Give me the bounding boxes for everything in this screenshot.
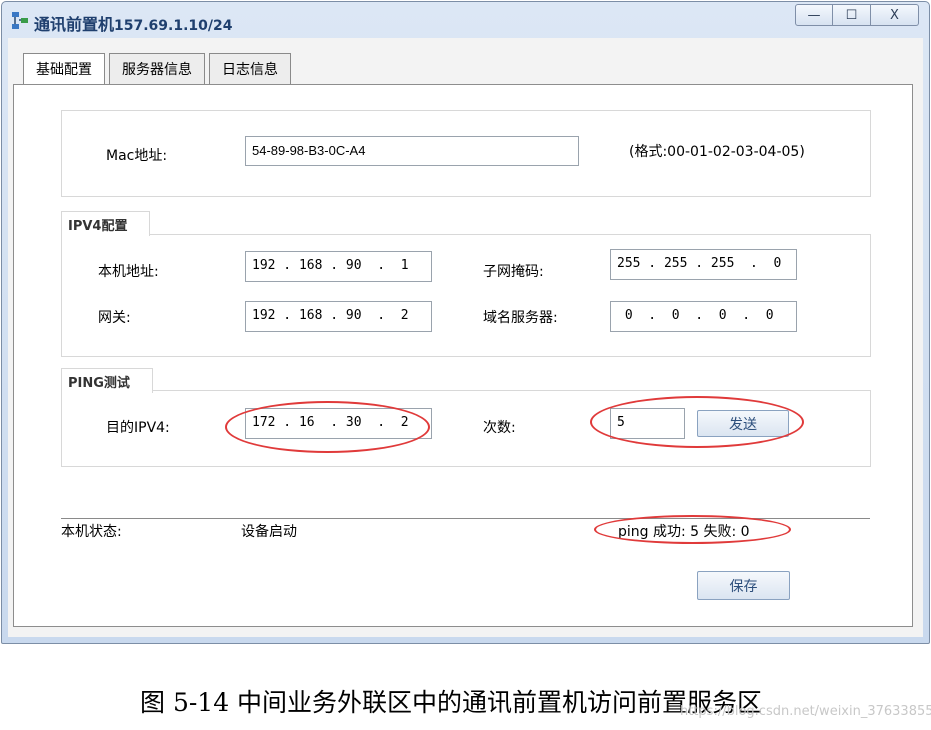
title-bar[interactable]: 通讯前置机157.69.1.10/24 — ☐ X — [2, 2, 929, 38]
mac-input[interactable]: 54-89-98-B3-0C-A4 — [245, 136, 579, 166]
gateway-input[interactable]: 192 . 168 . 90 . 2 — [245, 301, 432, 332]
subnet-input[interactable]: 255 . 255 . 255 . 0 — [610, 249, 797, 280]
maximize-button[interactable]: ☐ — [833, 4, 871, 26]
window-title-text: 通讯前置机 — [34, 15, 115, 34]
ping-target-input[interactable]: 172 . 16 . 30 . 2 — [245, 408, 432, 439]
watermark: https://blog.csdn.net/weixin_37633855 — [680, 704, 931, 719]
minimize-button[interactable]: — — [795, 4, 833, 26]
network-app-icon — [12, 12, 28, 29]
status-divider — [61, 518, 870, 519]
ping-result: ping 成功: 5 失败: 0 — [618, 524, 750, 540]
status-label: 本机状态: — [61, 524, 122, 540]
tab-server-info[interactable]: 服务器信息 — [109, 53, 205, 84]
send-button[interactable]: 发送 — [697, 410, 789, 437]
app-window: 通讯前置机157.69.1.10/24 — ☐ X 基础配置 服务器信息 日志信… — [1, 1, 930, 644]
mac-label: Mac地址: — [106, 148, 168, 164]
tab-basic-config[interactable]: 基础配置 — [23, 53, 105, 84]
ping-target-label: 目的IPV4: — [106, 420, 170, 436]
client-area: 基础配置 服务器信息 日志信息 Mac地址: 54-89-98-B3-0C-A4… — [8, 38, 923, 637]
local-ip-label: 本机地址: — [98, 264, 159, 280]
close-button[interactable]: X — [871, 4, 919, 26]
dns-input[interactable]: 0 . 0 . 0 . 0 — [610, 301, 797, 332]
ping-group-title: PING测试 — [61, 368, 153, 393]
window-title-ip: 157.69.1.10/24 — [114, 18, 233, 34]
figure-caption: 图 5-14 中间业务外联区中的通讯前置机访问前置服务区 — [140, 688, 763, 717]
window-title: 通讯前置机157.69.1.10/24 — [34, 11, 233, 35]
ping-count-input[interactable]: 5 — [610, 408, 685, 439]
subnet-label: 子网掩码: — [483, 264, 544, 280]
ipv4-group-title: IPV4配置 — [61, 211, 151, 236]
tab-log-info[interactable]: 日志信息 — [209, 53, 291, 84]
save-button[interactable]: 保存 — [697, 571, 790, 600]
mac-format-hint: (格式:00-01-02-03-04-05) — [629, 144, 805, 160]
dns-label: 域名服务器: — [483, 310, 558, 326]
ping-count-label: 次数: — [483, 420, 516, 436]
local-ip-input[interactable]: 192 . 168 . 90 . 1 — [245, 251, 432, 282]
tab-strip: 基础配置 服务器信息 日志信息 — [23, 53, 295, 85]
gateway-label: 网关: — [98, 310, 131, 326]
status-value: 设备启动 — [241, 524, 297, 540]
config-panel: Mac地址: 54-89-98-B3-0C-A4 (格式:00-01-02-03… — [13, 84, 913, 627]
